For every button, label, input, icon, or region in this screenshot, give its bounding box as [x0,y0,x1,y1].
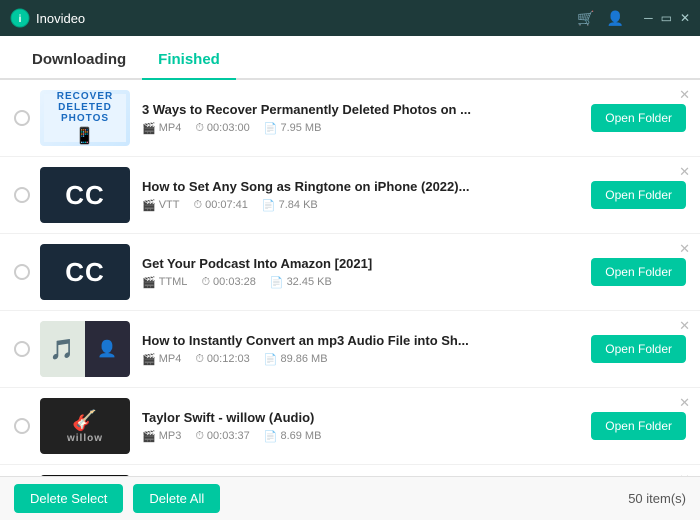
item-actions-2: Open Folder [591,181,686,209]
item-actions-3: Open Folder [591,258,686,286]
delete-all-button[interactable]: Delete All [133,484,220,513]
item-duration-2: ⏱ 00:07:41 [193,199,247,212]
item-info-2: How to Set Any Song as Ringtone on iPhon… [142,179,579,212]
svg-text:i: i [19,14,22,25]
item-actions-4: Open Folder [591,335,686,363]
footer: Delete Select Delete All 50 item(s) [0,476,700,520]
open-folder-button-1[interactable]: Open Folder [591,104,686,132]
item-meta-4: 🎬 MP4 ⏱ 00:12:03 📄 89.86 MB [142,353,579,366]
open-folder-button-5[interactable]: Open Folder [591,412,686,440]
item-title-4: How to Instantly Convert an mp3 Audio Fi… [142,333,579,348]
item-meta-3: 🎬 TTML ⏱ 00:03:28 📄 32.45 KB [142,276,579,289]
item-size-5: 📄 8.69 MB [264,430,322,443]
format-icon: 🎬 [142,430,156,443]
file-icon: 📄 [264,353,278,366]
item-actions-1: Open Folder [591,104,686,132]
clock-icon: ⏱ [195,430,204,443]
item-checkbox-2[interactable] [14,187,30,203]
remove-item-button-2[interactable]: ✕ [675,163,694,180]
item-checkbox-3[interactable] [14,264,30,280]
item-thumbnail-6 [40,475,130,476]
item-size-1: 📄 7.95 MB [264,122,322,135]
item-checkbox-4[interactable] [14,341,30,357]
format-icon: 🎬 [142,199,156,212]
item-format-3: 🎬 TTML [142,276,187,289]
item-title-2: How to Set Any Song as Ringtone on iPhon… [142,179,579,194]
minimize-button[interactable]: ─ [644,12,653,24]
format-icon: 🎬 [142,122,156,135]
remove-item-button-4[interactable]: ✕ [675,317,694,334]
list-item: 🎵 👤 How to Instantly Convert an mp3 Audi… [0,311,700,388]
item-duration-4: ⏱ 00:12:03 [195,353,249,366]
item-info-4: How to Instantly Convert an mp3 Audio Fi… [142,333,579,366]
item-size-2: 📄 7.84 KB [262,199,318,212]
clock-icon: ⏱ [195,122,204,135]
list-item: 🎸 willow Taylor Swift - willow (Audio) 🎬… [0,388,700,465]
item-thumbnail-3: CC [40,244,130,300]
item-thumbnail-4: 🎵 👤 [40,321,130,377]
user-icon[interactable]: 👤 [607,10,624,27]
tabbar: Downloading Finished [0,36,700,80]
footer-actions: Delete Select Delete All [14,484,220,513]
titlebar: i Inovideo 🛒 👤 ─ ▭ ✕ [0,0,700,36]
item-count: 50 item(s) [628,491,686,506]
item-thumbnail-2: CC [40,167,130,223]
file-icon: 📄 [270,276,284,289]
clock-icon: ⏱ [195,353,204,366]
item-duration-1: ⏱ 00:03:00 [195,122,249,135]
titlebar-right: 🛒 👤 ─ ▭ ✕ [577,10,690,27]
open-folder-button-4[interactable]: Open Folder [591,335,686,363]
item-checkbox-1[interactable] [14,110,30,126]
item-thumbnail-1: RECOVERDELETEDPHOTOS 📱 [40,90,130,146]
list-item: RECOVERDELETEDPHOTOS 📱 3 Ways to Recover… [0,80,700,157]
item-duration-3: ⏱ 00:03:28 [201,276,255,289]
file-icon: 📄 [264,430,278,443]
item-meta-1: 🎬 MP4 ⏱ 00:03:00 📄 7.95 MB [142,122,579,135]
close-window-button[interactable]: ✕ [680,12,690,24]
item-info-5: Taylor Swift - willow (Audio) 🎬 MP3 ⏱ 00… [142,410,579,443]
open-folder-button-2[interactable]: Open Folder [591,181,686,209]
format-icon: 🎬 [142,276,156,289]
list-item: CC Get Your Podcast Into Amazon [2021] 🎬… [0,234,700,311]
maximize-button[interactable]: ▭ [661,12,672,24]
item-checkbox-5[interactable] [14,418,30,434]
remove-item-button-6[interactable]: ✕ [675,471,694,476]
file-icon: 📄 [262,199,276,212]
window-controls: ─ ▭ ✕ [644,12,690,24]
item-info-1: 3 Ways to Recover Permanently Deleted Ph… [142,102,579,135]
item-actions-5: Open Folder [591,412,686,440]
format-icon: 🎬 [142,353,156,366]
item-size-4: 📄 89.86 MB [264,353,328,366]
item-title-5: Taylor Swift - willow (Audio) [142,410,579,425]
remove-item-button-5[interactable]: ✕ [675,394,694,411]
item-info-3: Get Your Podcast Into Amazon [2021] 🎬 TT… [142,256,579,289]
item-meta-5: 🎬 MP3 ⏱ 00:03:37 📄 8.69 MB [142,430,579,443]
app-title: Inovideo [36,11,85,26]
item-size-3: 📄 32.45 KB [270,276,332,289]
tab-downloading[interactable]: Downloading [16,41,142,80]
remove-item-button-1[interactable]: ✕ [675,86,694,103]
item-format-1: 🎬 MP4 [142,122,181,135]
item-title-1: 3 Ways to Recover Permanently Deleted Ph… [142,102,579,117]
list-item: Video by new_trending_shot Open Folder ✕ [0,465,700,476]
file-icon: 📄 [264,122,278,135]
item-duration-5: ⏱ 00:03:37 [195,430,249,443]
remove-item-button-3[interactable]: ✕ [675,240,694,257]
item-meta-2: 🎬 VTT ⏱ 00:07:41 📄 7.84 KB [142,199,579,212]
app-logo-icon: i [10,8,30,28]
cart-icon[interactable]: 🛒 [577,10,594,27]
item-format-2: 🎬 VTT [142,199,179,212]
clock-icon: ⏱ [193,199,202,212]
delete-select-button[interactable]: Delete Select [14,484,123,513]
open-folder-button-3[interactable]: Open Folder [591,258,686,286]
item-title-3: Get Your Podcast Into Amazon [2021] [142,256,579,271]
item-format-4: 🎬 MP4 [142,353,181,366]
item-format-5: 🎬 MP3 [142,430,181,443]
clock-icon: ⏱ [201,276,210,289]
downloads-list: RECOVERDELETEDPHOTOS 📱 3 Ways to Recover… [0,80,700,476]
item-thumbnail-5: 🎸 willow [40,398,130,454]
titlebar-left: i Inovideo [10,8,85,28]
tab-finished[interactable]: Finished [142,41,236,80]
list-item: CC How to Set Any Song as Ringtone on iP… [0,157,700,234]
